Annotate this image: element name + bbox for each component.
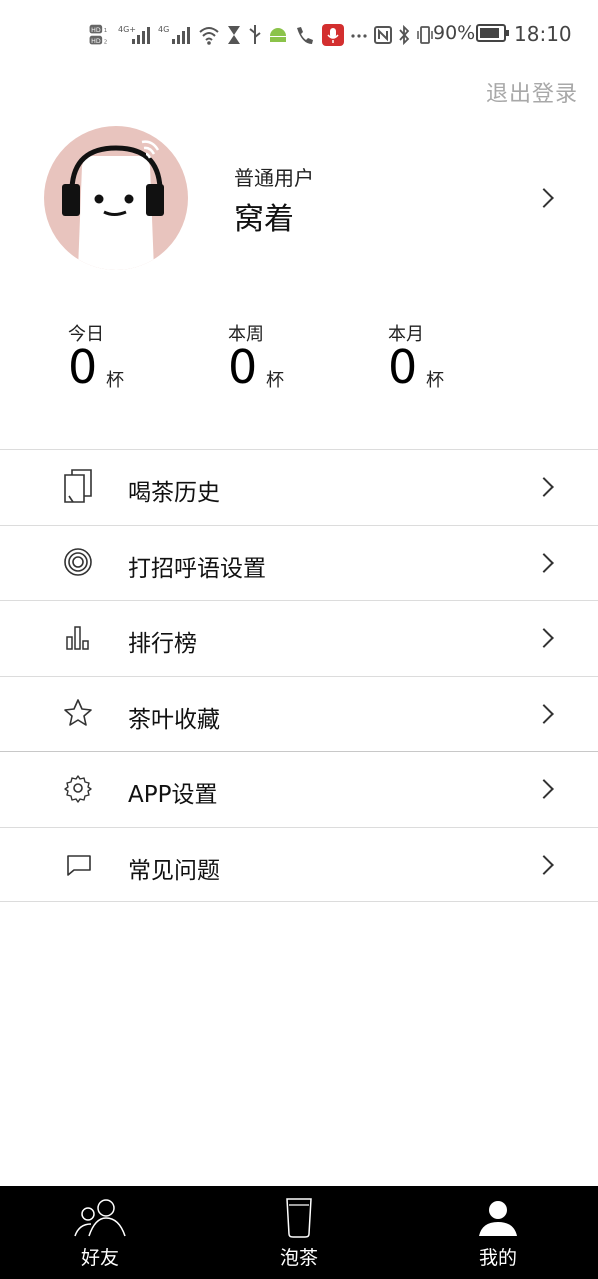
svg-text:HD: HD bbox=[91, 38, 101, 45]
stat-value: 0 bbox=[388, 340, 418, 394]
history-icon bbox=[64, 469, 92, 503]
nav-item-mine[interactable]: 我的 bbox=[398, 1186, 598, 1279]
stat-week: 本周 0 杯 bbox=[228, 320, 284, 392]
svg-text:1: 1 bbox=[104, 28, 107, 34]
star-icon bbox=[64, 698, 92, 726]
menu-item-history[interactable]: 喝茶历史 bbox=[0, 449, 598, 525]
cup-icon bbox=[286, 1198, 312, 1238]
menu-item-label: 茶叶收藏 bbox=[128, 706, 220, 733]
menu-item-label: 常见问题 bbox=[128, 857, 220, 884]
menu-item-label: 排行榜 bbox=[128, 631, 197, 657]
profile-card[interactable]: 普通用户 窝着 bbox=[0, 124, 598, 270]
nav-item-friends[interactable]: 好友 bbox=[0, 1186, 200, 1279]
chevron-right-icon bbox=[534, 779, 554, 799]
chat-icon bbox=[67, 854, 91, 876]
signal-4g-icon: 4G bbox=[158, 25, 190, 44]
more-icon bbox=[351, 34, 367, 38]
wifi-icon bbox=[199, 27, 219, 45]
hd-icon: HD HD 1 2 bbox=[89, 24, 107, 46]
stat-unit: 杯 bbox=[266, 370, 284, 391]
friends-icon bbox=[74, 1199, 126, 1237]
nav-label: 好友 bbox=[80, 1247, 119, 1269]
bottom-nav: 好友 泡茶 我的 bbox=[0, 1186, 598, 1279]
usb-icon bbox=[249, 25, 261, 44]
chevron-right-icon bbox=[534, 628, 554, 648]
drink-stats: 今日 0 杯 本周 0 杯 本月 0 杯 bbox=[0, 320, 598, 400]
stat-month: 本月 0 杯 bbox=[388, 320, 444, 392]
menu-item-faq[interactable]: 常见问题 bbox=[0, 826, 598, 902]
user-type: 普通用户 bbox=[234, 166, 314, 190]
chevron-right-icon bbox=[534, 477, 554, 497]
bar-chart-icon bbox=[66, 626, 89, 650]
battery-icon bbox=[476, 24, 509, 42]
signal-4g-icon: 4G+ bbox=[118, 25, 150, 44]
user-name: 窝着 bbox=[234, 202, 294, 237]
svg-text:2: 2 bbox=[104, 40, 107, 46]
call-icon bbox=[297, 27, 313, 44]
menu-list: 喝茶历史 打招呼语设置 排行榜 茶叶收藏 APP设置 常见问题 bbox=[0, 449, 598, 902]
stat-unit: 杯 bbox=[106, 370, 124, 391]
hourglass-icon bbox=[228, 26, 240, 44]
chevron-right-icon bbox=[534, 552, 554, 573]
menu-item-greeting-settings[interactable]: 打招呼语设置 bbox=[0, 524, 598, 601]
chevron-right-icon bbox=[534, 703, 554, 724]
chevron-right-icon bbox=[534, 854, 554, 875]
headphones-character-icon bbox=[62, 140, 164, 270]
clock: 18:10 bbox=[514, 22, 572, 46]
svg-text:HD: HD bbox=[91, 27, 101, 34]
nav-label: 我的 bbox=[478, 1247, 517, 1269]
nav-item-brew-tea[interactable]: 泡茶 bbox=[199, 1186, 399, 1279]
target-icon bbox=[64, 547, 92, 576]
user-icon bbox=[479, 1201, 517, 1236]
nav-label: 泡茶 bbox=[279, 1247, 318, 1269]
vibrate-icon bbox=[417, 26, 433, 44]
logout-button[interactable]: 退出登录 bbox=[486, 76, 578, 108]
mic-icon bbox=[322, 24, 344, 46]
bluetooth-icon bbox=[399, 24, 410, 46]
svg-text:4G: 4G bbox=[158, 25, 169, 34]
menu-item-label: APP设置 bbox=[128, 782, 218, 808]
android-icon bbox=[270, 28, 286, 42]
menu-item-tea-favorites[interactable]: 茶叶收藏 bbox=[0, 675, 598, 752]
stat-today: 今日 0 杯 bbox=[68, 320, 124, 392]
chevron-right-icon[interactable] bbox=[534, 188, 554, 208]
menu-item-leaderboard[interactable]: 排行榜 bbox=[0, 600, 598, 676]
stat-unit: 杯 bbox=[426, 370, 444, 391]
status-bar: HD HD 1 2 4G+ 4G 90% 18:10 bbox=[0, 0, 598, 70]
nfc-icon bbox=[374, 26, 392, 44]
menu-item-label: 喝茶历史 bbox=[128, 480, 220, 506]
battery-percent: 90% bbox=[433, 22, 476, 44]
gear-icon bbox=[64, 775, 92, 803]
stat-value: 0 bbox=[228, 340, 258, 394]
svg-text:4G+: 4G+ bbox=[118, 25, 136, 34]
status-icons: HD HD 1 2 4G+ 4G bbox=[86, 20, 434, 50]
menu-item-app-settings[interactable]: APP设置 bbox=[0, 751, 598, 827]
stat-value: 0 bbox=[68, 340, 98, 394]
avatar[interactable] bbox=[44, 126, 188, 270]
menu-item-label: 打招呼语设置 bbox=[128, 555, 266, 582]
